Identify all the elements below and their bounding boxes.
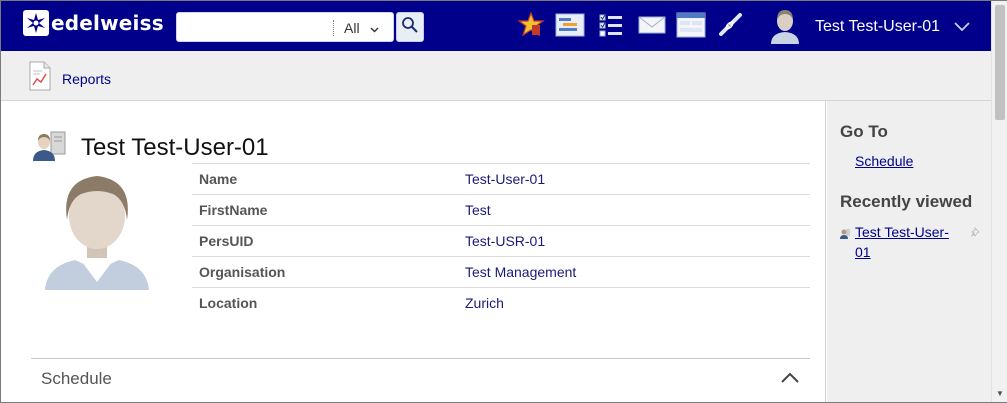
top-navigation-bar: edelweiss All Test Test-User-01: [1, 1, 991, 51]
search-button[interactable]: [396, 12, 424, 42]
schedule-section-title: Schedule: [41, 369, 112, 388]
field-value: Zurich: [465, 295, 504, 312]
brand-logo[interactable]: edelweiss: [23, 9, 164, 37]
chevron-down-icon: [954, 18, 970, 36]
search-scope-select[interactable]: All: [344, 20, 379, 36]
field-label: Location: [199, 295, 258, 312]
search-input[interactable]: [181, 16, 329, 38]
project-board-icon: [555, 12, 585, 43]
user-avatar-icon: [769, 6, 801, 49]
recent-item-link[interactable]: Test Test-User-01: [855, 222, 955, 262]
collapse-section-button[interactable]: [780, 371, 800, 389]
user-menu[interactable]: Test Test-User-01: [769, 8, 970, 46]
user-name: Test Test-User-01: [815, 18, 941, 35]
main-content: Test Test-User-01 Name Test-User-01 Firs…: [1, 101, 826, 402]
mail-icon: [638, 14, 666, 41]
field-value: Test Management: [465, 264, 577, 280]
link-icon: [717, 12, 745, 43]
profile-avatar: [45, 174, 149, 295]
field-label: Organisation: [199, 264, 286, 280]
page-scrollbar[interactable]: ▼: [991, 1, 1007, 402]
field-value: Test-USR-01: [465, 233, 546, 249]
field-label: PersUID: [199, 233, 254, 249]
page-header: Test Test-User-01: [31, 129, 269, 166]
search-scope-value: All: [344, 20, 360, 36]
project-board-button[interactable]: [555, 13, 585, 41]
recent-item: Test Test-User-01: [840, 222, 980, 262]
brand-name: edelweiss: [51, 11, 164, 35]
field-value: Test-User-01: [465, 171, 546, 187]
field-label: FirstName: [199, 202, 268, 218]
reports-label: Reports: [62, 70, 112, 87]
pin-icon[interactable]: [971, 224, 981, 242]
forms-button[interactable]: [676, 12, 706, 43]
favorites-star-icon: [517, 10, 546, 43]
reports-link[interactable]: Reports: [29, 61, 111, 96]
scroll-down-arrow-icon[interactable]: ▼: [996, 389, 1004, 398]
schedule-section: Schedule: [31, 358, 810, 403]
favorites-button[interactable]: [517, 10, 547, 43]
goto-heading: Go To: [840, 122, 888, 141]
tasks-button[interactable]: [596, 13, 626, 41]
chevron-down-icon: [370, 20, 379, 36]
mail-button[interactable]: [637, 13, 667, 41]
page-title: Test Test-User-01: [81, 133, 269, 161]
profile-details-table: Name Test-User-01 FirstName Test PersUID…: [192, 163, 810, 319]
search-divider: [333, 20, 334, 36]
recently-viewed-heading: Recently viewed: [840, 192, 973, 211]
person-record-icon: [840, 226, 851, 262]
table-row: Name Test-User-01: [192, 163, 810, 195]
scrollbar-thumb[interactable]: [995, 5, 1005, 120]
edelweiss-flower-icon: [23, 10, 49, 36]
search-icon: [401, 16, 419, 39]
field-value: Test: [465, 202, 491, 218]
report-document-icon: [29, 61, 51, 96]
links-button[interactable]: [716, 12, 746, 43]
table-row: PersUID Test-USR-01: [192, 225, 810, 257]
field-label: Name: [199, 171, 238, 187]
secondary-toolbar: Reports: [1, 51, 991, 101]
forms-icon: [676, 12, 706, 43]
table-row: Organisation Test Management: [192, 256, 810, 288]
task-checklist-icon: [598, 12, 624, 43]
right-sidebar: Go To Schedule Recently viewed Test Test…: [827, 101, 991, 402]
person-record-icon: [31, 129, 67, 166]
search-box: All: [176, 12, 394, 42]
table-row: Location Zurich: [192, 287, 810, 319]
goto-schedule-link[interactable]: Schedule: [855, 153, 913, 169]
table-row: FirstName Test: [192, 194, 810, 226]
